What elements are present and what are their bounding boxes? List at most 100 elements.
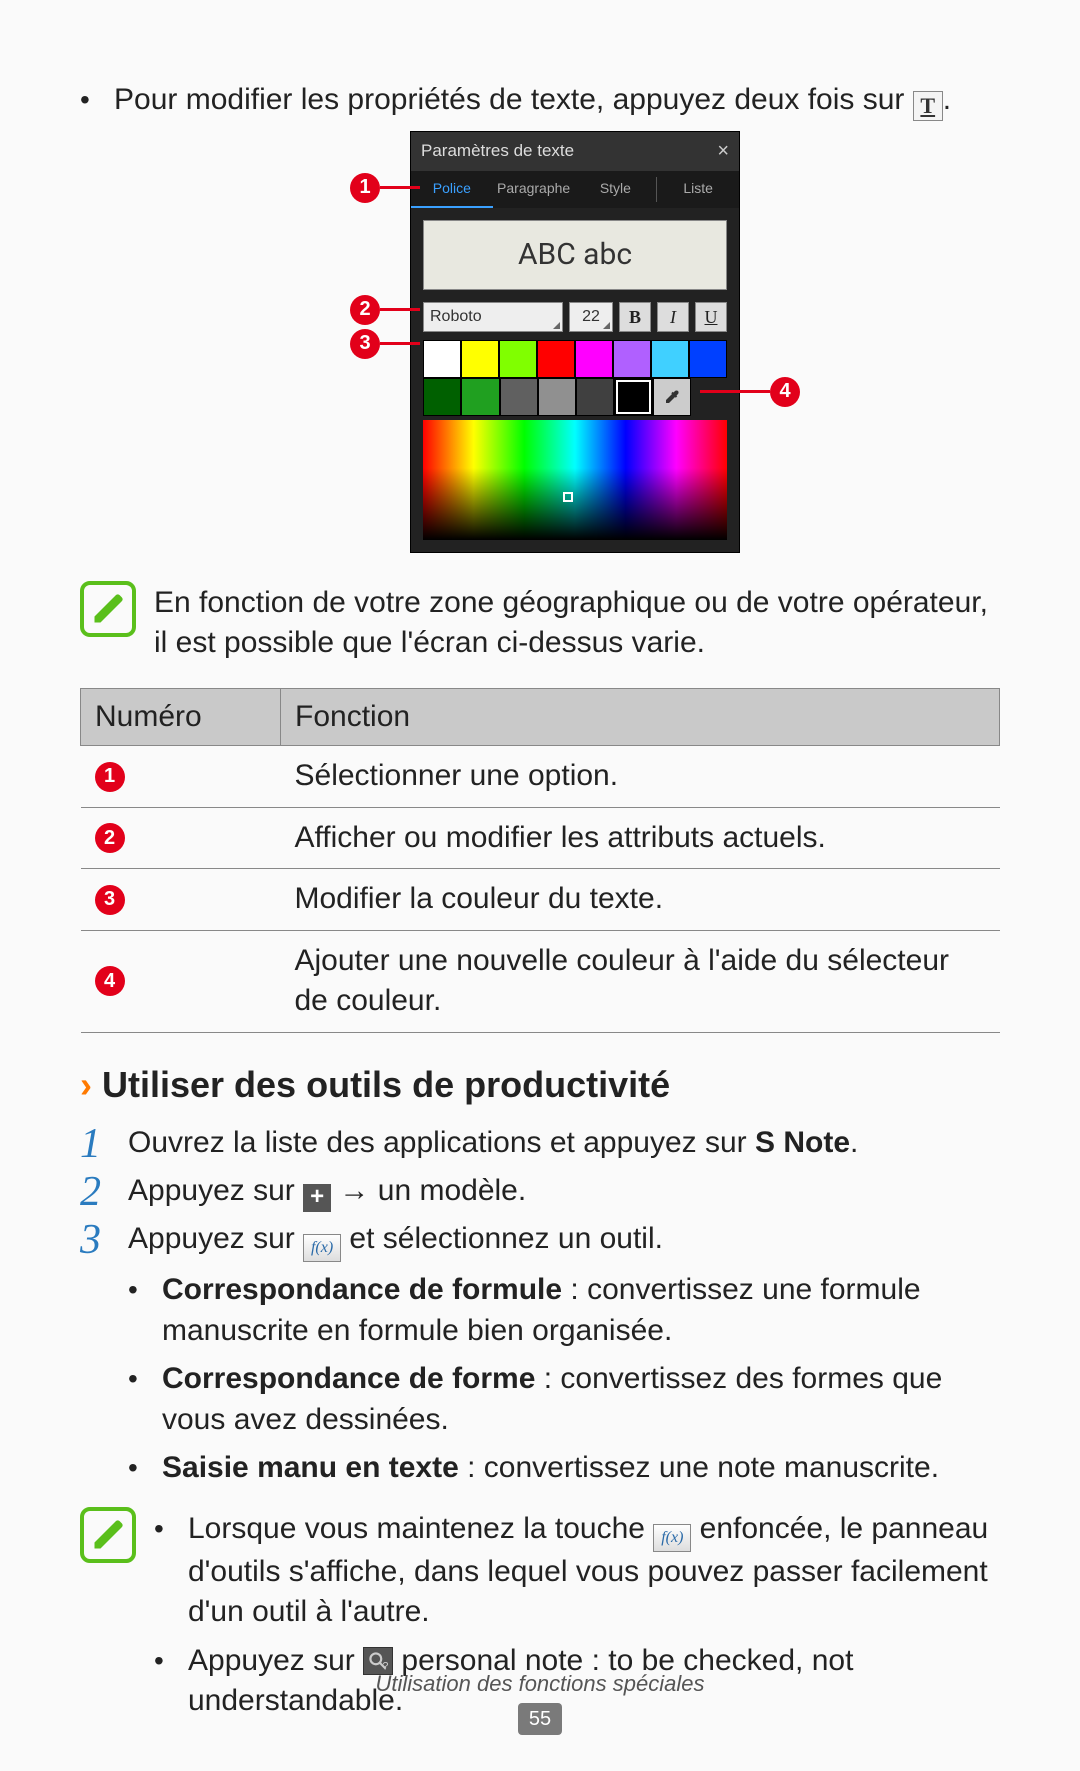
table-row: 3 Modifier la couleur du texte.: [81, 869, 1000, 931]
bullet: [128, 1448, 162, 1489]
intro-before: Pour modifier les propriétés de texte, a…: [114, 83, 913, 116]
callout-4: 4: [700, 377, 800, 407]
bullet: [128, 1359, 162, 1440]
th-fonction: Fonction: [281, 688, 1000, 746]
color-swatches: [423, 340, 727, 416]
intro-after: .: [943, 83, 951, 116]
tab-liste[interactable]: Liste: [657, 171, 739, 208]
table-header-row: Numéro Fonction: [81, 688, 1000, 746]
s2b: → un modèle.: [331, 1174, 526, 1207]
swatch[interactable]: [461, 340, 499, 378]
s-note-label: S Note: [755, 1126, 850, 1159]
th-numero: Numéro: [81, 688, 281, 746]
fx-icon: f(x): [653, 1524, 691, 1552]
section-title: Utiliser des outils de productivité: [102, 1061, 670, 1110]
swatch[interactable]: [689, 340, 727, 378]
row-func: Afficher ou modifier les attributs actue…: [281, 807, 1000, 869]
table-row: 2 Afficher ou modifier les attributs act…: [81, 807, 1000, 869]
swatch[interactable]: [575, 340, 613, 378]
panel-title: Paramètres de texte: [421, 140, 574, 163]
text-preview: ABC abc: [423, 220, 727, 291]
pencil-icon: [90, 1517, 126, 1553]
row-func: Modifier la couleur du texte.: [281, 869, 1000, 931]
function-table: Numéro Fonction 1 Sélectionner une optio…: [80, 688, 1000, 1033]
spectrum-cursor[interactable]: [563, 492, 573, 502]
row-badge: 3: [95, 885, 125, 915]
eyedropper-icon: [663, 388, 681, 406]
intro-bullet: Pour modifier les propriétés de texte, a…: [80, 80, 1000, 121]
s2a: Appuyez sur: [128, 1174, 303, 1207]
row-badge: 2: [95, 823, 125, 853]
tool-item: Saisie manu en texte : convertissez une …: [128, 1448, 1000, 1489]
row-func: Ajouter une nouvelle couleur à l'aide du…: [281, 930, 1000, 1032]
section-heading: › Utiliser des outils de productivité: [80, 1061, 1000, 1110]
swatch[interactable]: [576, 378, 614, 416]
badge-3: 3: [350, 329, 380, 359]
swatch[interactable]: [500, 378, 538, 416]
callout-line: [380, 308, 420, 311]
note-icon: [80, 581, 136, 637]
note-1: En fonction de votre zone géographique o…: [80, 581, 1000, 664]
eyedropper-button[interactable]: [653, 378, 691, 416]
chevron-right-icon: ›: [80, 1061, 92, 1110]
row-badge: 1: [95, 762, 125, 792]
tab-style[interactable]: Style: [575, 171, 657, 208]
tab-police[interactable]: Police: [411, 171, 493, 208]
callout-2: 2: [350, 295, 420, 325]
footer-caption: Utilisation des fonctions spéciales: [0, 1671, 1080, 1697]
swatch[interactable]: [613, 340, 651, 378]
row-func: Sélectionner une option.: [281, 746, 1000, 808]
bold-button[interactable]: B: [619, 302, 651, 332]
color-spectrum[interactable]: [423, 420, 727, 540]
tab-paragraphe[interactable]: Paragraphe: [493, 171, 575, 208]
badge-2: 2: [350, 295, 380, 325]
swatch[interactable]: [651, 340, 689, 378]
callout-line: [700, 390, 770, 393]
step-text: Ouvrez la liste des applications et appu…: [128, 1123, 858, 1165]
s1b: .: [850, 1126, 858, 1159]
panel-titlebar: Paramètres de texte ×: [411, 132, 739, 171]
bullet: [154, 1509, 188, 1633]
swatch[interactable]: [499, 340, 537, 378]
text-settings-screenshot: Paramètres de texte × Police Paragraphe …: [80, 131, 1000, 551]
step-1: 1 Ouvrez la liste des applications et ap…: [80, 1123, 1000, 1165]
plus-icon: +: [303, 1184, 331, 1212]
callout-line: [380, 342, 420, 345]
swatch[interactable]: [423, 340, 461, 378]
swatch[interactable]: [461, 378, 499, 416]
font-dropdown[interactable]: Roboto: [423, 302, 563, 332]
swatch[interactable]: [538, 378, 576, 416]
swatch[interactable]: [423, 378, 461, 416]
tool-list: Correspondance de formule : convertissez…: [128, 1270, 1000, 1489]
step-text: Appuyez sur + → un modèle.: [128, 1171, 526, 1213]
underline-button[interactable]: U: [695, 302, 727, 332]
step-text: Appuyez sur f(x) et sélectionnez un outi…: [128, 1219, 663, 1262]
s3a: Appuyez sur: [128, 1222, 303, 1255]
tool-name: Correspondance de formule: [162, 1273, 562, 1306]
badge-1: 1: [350, 173, 380, 203]
n2b1a: Lorsque vous maintenez la touche: [188, 1512, 653, 1545]
table-row: 1 Sélectionner une option.: [81, 746, 1000, 808]
bullet: [128, 1270, 162, 1351]
callout-1: 1: [350, 173, 420, 203]
s1a: Ouvrez la liste des applications et appu…: [128, 1126, 755, 1159]
page-number: 55: [518, 1703, 562, 1735]
step-number: 3: [80, 1219, 128, 1262]
size-dropdown[interactable]: 22: [569, 302, 613, 332]
table-row: 4 Ajouter une nouvelle couleur à l'aide …: [81, 930, 1000, 1032]
text-settings-panel: Paramètres de texte × Police Paragraphe …: [410, 131, 740, 553]
font-name: Roboto: [430, 308, 482, 325]
swatch[interactable]: [537, 340, 575, 378]
page-footer: Utilisation des fonctions spéciales 55: [0, 1671, 1080, 1735]
swatch[interactable]: [614, 378, 652, 416]
note2-item: Lorsque vous maintenez la touche f(x) en…: [154, 1509, 1000, 1633]
italic-button[interactable]: I: [657, 302, 689, 332]
fx-icon: f(x): [303, 1234, 341, 1262]
tool-name: Saisie manu en texte: [162, 1451, 459, 1484]
close-icon[interactable]: ×: [717, 138, 729, 165]
row-badge: 4: [95, 966, 125, 996]
callout-line: [380, 186, 420, 189]
step-number: 2: [80, 1171, 128, 1213]
attributes-row: Roboto 22 B I U: [411, 302, 739, 340]
tool-item: Correspondance de formule : convertissez…: [128, 1270, 1000, 1351]
